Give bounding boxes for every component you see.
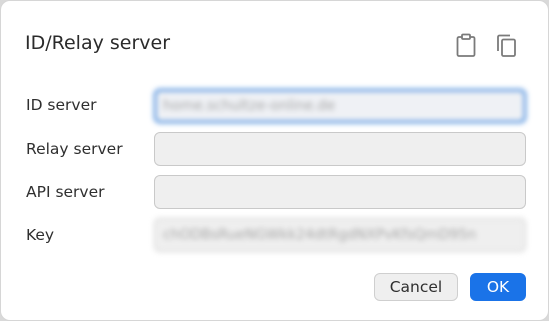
cancel-button[interactable]: Cancel (374, 273, 458, 301)
api-server-input[interactable] (154, 175, 526, 209)
id-server-input[interactable] (154, 89, 526, 123)
dialog-title: ID/Relay server (25, 32, 171, 54)
id-server-label: ID server (26, 96, 97, 114)
api-server-label: API server (26, 183, 105, 201)
clipboard-icon[interactable] (454, 32, 478, 58)
key-label: Key (26, 226, 55, 244)
ok-button[interactable]: OK (470, 273, 526, 301)
relay-server-input[interactable] (154, 132, 526, 166)
id-relay-server-dialog: ID/Relay server ID server Relay server A… (0, 0, 549, 321)
copy-icon[interactable] (494, 32, 518, 58)
key-input[interactable] (154, 218, 526, 252)
relay-server-label: Relay server (26, 140, 123, 158)
